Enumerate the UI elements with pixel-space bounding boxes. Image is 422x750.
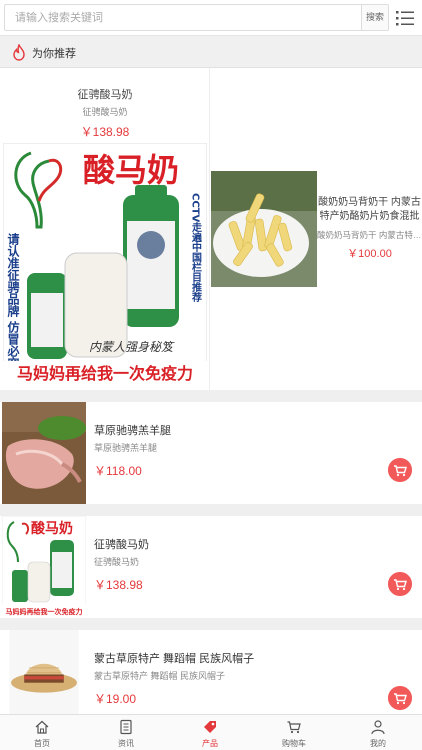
- home-icon: [35, 720, 49, 734]
- product-image[interactable]: 酸马奶 马妈妈再给我一次免疫力: [2, 516, 86, 618]
- nav-item-profile[interactable]: 我的: [336, 715, 420, 750]
- list-menu-icon[interactable]: [395, 8, 415, 28]
- list-item[interactable]: 草原驰骋羔羊腿 草原驰骋羔羊腿 ￥118.00: [0, 402, 422, 504]
- svg-text:马妈妈再给我一次免疫力: 马妈妈再给我一次免疫力: [6, 607, 83, 616]
- product-price: ￥19.00: [94, 692, 137, 706]
- search-box: 搜索: [4, 4, 389, 31]
- nav-label: 购物车: [282, 739, 306, 748]
- product-name: 征骋酸马奶: [77, 89, 133, 101]
- product-subtitle: 蒙古草原特产 舞蹈帽 民族风帽子: [94, 671, 226, 681]
- app-screen: 搜索 为你推荐 征骋酸马奶 征骋酸马奶 ￥138.98 酸马奶: [0, 0, 422, 750]
- product-subtitle: 酸奶奶马背奶干 内蒙古特产奶酪奶片奶食混批: [317, 230, 422, 240]
- product-price: ￥138.98: [80, 125, 130, 139]
- nav-label: 资讯: [118, 739, 134, 748]
- bottom-nav: 首页 资讯 产品 购物车 我的: [0, 714, 422, 750]
- image-headline: 酸马奶: [83, 151, 179, 189]
- product-subtitle: 征骋酸马奶: [94, 557, 140, 567]
- list-item[interactable]: 蒙古草原特产 舞蹈帽 民族风帽子 蒙古草原特产 舞蹈帽 民族风帽子 ￥19.00: [0, 630, 422, 714]
- product-name: 蒙古草原特产 舞蹈帽 民族风帽子: [94, 653, 255, 665]
- recommend-card[interactable]: 征骋酸马奶 征骋酸马奶 ￥138.98 酸马奶 请认准征骋品牌 仿冒必究 CCT…: [0, 68, 210, 390]
- add-to-cart-button[interactable]: [388, 458, 412, 482]
- add-to-cart-button[interactable]: [388, 686, 412, 710]
- nav-item-news[interactable]: 资讯: [84, 715, 168, 750]
- search-button[interactable]: 搜索: [361, 5, 388, 30]
- product-subtitle: 草原驰骋羔羊腿: [94, 443, 158, 453]
- product-image[interactable]: [2, 630, 86, 714]
- product-price: ￥118.00: [94, 464, 142, 478]
- nav-label: 首页: [34, 739, 50, 748]
- product-subtitle: 征骋酸马奶: [82, 107, 128, 117]
- news-icon: [120, 719, 132, 735]
- search-bar: 搜索: [0, 0, 422, 36]
- image-slogan: 内蒙人强身秘笈: [89, 340, 175, 354]
- product-price: ￥100.00: [347, 248, 392, 260]
- svg-text:酸马奶: 酸马奶: [31, 520, 73, 537]
- image-side-left: 请认准征骋品牌 仿冒必究: [6, 232, 20, 370]
- tag-icon: [204, 721, 216, 733]
- search-input[interactable]: [5, 5, 363, 30]
- nav-label: 产品: [202, 739, 218, 748]
- product-image[interactable]: 酸马奶 请认准征骋品牌 仿冒必究 CCTV走遍中国栏目推荐 内蒙人强身秘笈 马妈…: [3, 143, 207, 385]
- recommend-card[interactable]: 酸奶奶马背奶干 内蒙古特产奶酪奶片奶食混批 酸奶奶马背奶干 内蒙古特产奶酪奶片奶…: [211, 68, 422, 390]
- list-item[interactable]: 酸马奶 马妈妈再给我一次免疫力 征骋酸马奶 征骋酸马奶 ￥138.98: [0, 516, 422, 618]
- section-title: 为你推荐: [32, 48, 76, 60]
- product-price: ￥138.98: [94, 578, 143, 592]
- image-footer: 马妈妈再给我一次免疫力: [17, 364, 193, 383]
- fire-icon: [13, 44, 25, 61]
- product-image[interactable]: [2, 402, 86, 504]
- nav-item-cart[interactable]: 购物车: [252, 715, 336, 750]
- nav-item-products[interactable]: 产品: [168, 715, 252, 750]
- nav-item-home[interactable]: 首页: [0, 715, 84, 750]
- product-name: 征骋酸马奶: [94, 539, 149, 551]
- user-icon: [371, 720, 385, 735]
- nav-label: 我的: [370, 739, 386, 748]
- add-to-cart-button[interactable]: [388, 572, 412, 596]
- product-name: 草原驰骋羔羊腿: [94, 425, 171, 437]
- product-image[interactable]: [211, 171, 317, 287]
- section-header: 为你推荐: [0, 36, 422, 68]
- recommend-grid: 征骋酸马奶 征骋酸马奶 ￥138.98 酸马奶 请认准征骋品牌 仿冒必究 CCT…: [0, 68, 422, 390]
- cart-icon: [287, 721, 301, 734]
- product-name: 酸奶奶马背奶干 内蒙古特产奶酪奶片奶食混批: [318, 197, 421, 222]
